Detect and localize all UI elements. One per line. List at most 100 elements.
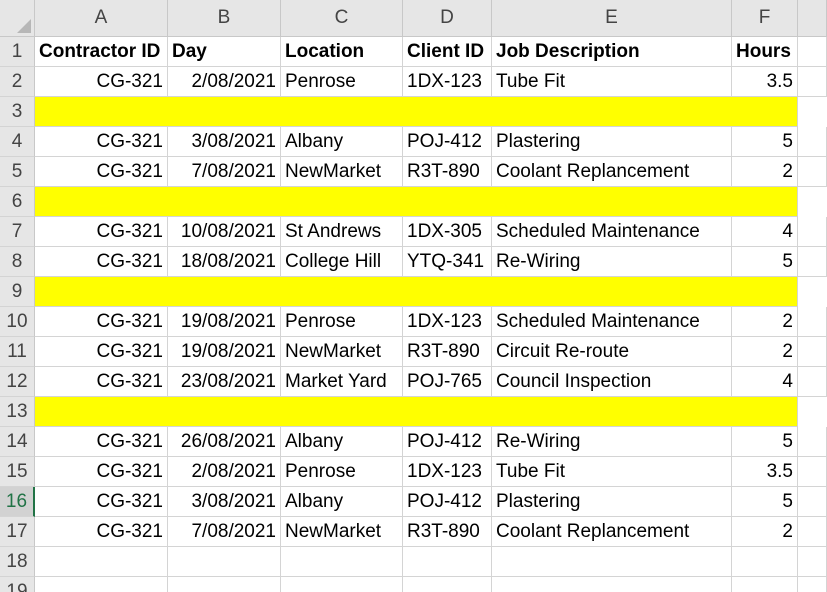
table-cell[interactable]: 2 bbox=[732, 157, 798, 187]
table-cell[interactable]: YTQ-341 bbox=[403, 247, 492, 277]
row-header-3[interactable]: 3 bbox=[0, 97, 35, 127]
column-header-d[interactable]: D bbox=[403, 0, 492, 37]
table-cell[interactable]: Penrose bbox=[281, 457, 403, 487]
table-cell[interactable]: Penrose bbox=[281, 307, 403, 337]
row-header-11[interactable]: 11 bbox=[0, 337, 35, 367]
table-cell[interactable]: Scheduled Maintenance bbox=[492, 217, 732, 247]
highlighted-empty-row[interactable] bbox=[35, 277, 798, 307]
row-header-4[interactable]: 4 bbox=[0, 127, 35, 157]
row-header-10[interactable]: 10 bbox=[0, 307, 35, 337]
table-cell[interactable]: CG-321 bbox=[35, 427, 168, 457]
row-header-5[interactable]: 5 bbox=[0, 157, 35, 187]
table-cell[interactable]: CG-321 bbox=[35, 337, 168, 367]
row-header-1[interactable]: 1 bbox=[0, 37, 35, 67]
table-cell[interactable] bbox=[403, 547, 492, 577]
table-cell[interactable] bbox=[168, 547, 281, 577]
table-cell[interactable]: 5 bbox=[732, 427, 798, 457]
table-cell[interactable]: 26/08/2021 bbox=[168, 427, 281, 457]
header-cell[interactable]: Contractor ID bbox=[35, 37, 168, 67]
table-cell[interactable]: CG-321 bbox=[35, 487, 168, 517]
table-cell[interactable]: 7/08/2021 bbox=[168, 157, 281, 187]
row-header-13[interactable]: 13 bbox=[0, 397, 35, 427]
column-header-b[interactable]: B bbox=[168, 0, 281, 37]
table-cell[interactable]: R3T-890 bbox=[403, 337, 492, 367]
table-cell[interactable] bbox=[798, 247, 827, 277]
table-cell[interactable]: Re-Wiring bbox=[492, 427, 732, 457]
row-header-15[interactable]: 15 bbox=[0, 457, 35, 487]
row-header-17[interactable]: 17 bbox=[0, 517, 35, 547]
table-cell[interactable]: 2 bbox=[732, 307, 798, 337]
table-cell[interactable]: POJ-765 bbox=[403, 367, 492, 397]
table-cell[interactable]: St Andrews bbox=[281, 217, 403, 247]
table-cell[interactable]: CG-321 bbox=[35, 67, 168, 97]
table-cell[interactable]: College Hill bbox=[281, 247, 403, 277]
table-cell[interactable]: Coolant Replancement bbox=[492, 517, 732, 547]
table-cell[interactable] bbox=[492, 547, 732, 577]
table-cell[interactable] bbox=[168, 577, 281, 592]
table-cell[interactable] bbox=[798, 457, 827, 487]
table-cell[interactable] bbox=[798, 67, 827, 97]
table-cell[interactable]: CG-321 bbox=[35, 157, 168, 187]
table-cell[interactable]: 23/08/2021 bbox=[168, 367, 281, 397]
table-cell[interactable]: Coolant Replancement bbox=[492, 157, 732, 187]
table-cell[interactable] bbox=[798, 577, 827, 592]
table-cell[interactable] bbox=[732, 577, 798, 592]
table-cell[interactable] bbox=[798, 517, 827, 547]
table-cell[interactable]: 3/08/2021 bbox=[168, 127, 281, 157]
table-cell[interactable]: Tube Fit bbox=[492, 457, 732, 487]
table-cell[interactable] bbox=[732, 547, 798, 577]
table-cell[interactable] bbox=[798, 307, 827, 337]
row-header-9[interactable]: 9 bbox=[0, 277, 35, 307]
table-cell[interactable] bbox=[492, 577, 732, 592]
header-cell[interactable]: Job Description bbox=[492, 37, 732, 67]
table-cell[interactable] bbox=[281, 547, 403, 577]
table-cell[interactable]: 5 bbox=[732, 247, 798, 277]
table-cell[interactable]: 7/08/2021 bbox=[168, 517, 281, 547]
table-cell[interactable]: 10/08/2021 bbox=[168, 217, 281, 247]
table-cell[interactable]: 1DX-305 bbox=[403, 217, 492, 247]
table-cell[interactable]: 2 bbox=[732, 337, 798, 367]
column-header-g[interactable] bbox=[798, 0, 827, 37]
table-cell[interactable] bbox=[798, 217, 827, 247]
spreadsheet-grid[interactable]: A B C D E F 1 Contractor ID Day Location Client ID… bbox=[0, 0, 827, 592]
table-cell[interactable] bbox=[798, 427, 827, 457]
table-cell[interactable]: CG-321 bbox=[35, 367, 168, 397]
header-cell[interactable]: Day bbox=[168, 37, 281, 67]
highlighted-empty-row[interactable] bbox=[35, 187, 798, 217]
row-header-16[interactable]: 16 bbox=[0, 487, 35, 517]
header-cell[interactable]: Location bbox=[281, 37, 403, 67]
table-cell[interactable] bbox=[798, 157, 827, 187]
header-cell[interactable]: Client ID bbox=[403, 37, 492, 67]
select-all-corner[interactable] bbox=[0, 0, 35, 37]
table-cell[interactable]: POJ-412 bbox=[403, 127, 492, 157]
table-cell[interactable] bbox=[798, 337, 827, 367]
table-cell[interactable]: 18/08/2021 bbox=[168, 247, 281, 277]
table-cell[interactable]: 4 bbox=[732, 217, 798, 247]
table-cell[interactable]: Tube Fit bbox=[492, 67, 732, 97]
table-cell[interactable] bbox=[798, 127, 827, 157]
table-cell[interactable]: R3T-890 bbox=[403, 157, 492, 187]
table-cell[interactable]: Penrose bbox=[281, 67, 403, 97]
table-cell[interactable]: Re-Wiring bbox=[492, 247, 732, 277]
table-cell[interactable]: Plastering bbox=[492, 487, 732, 517]
table-cell[interactable]: 19/08/2021 bbox=[168, 307, 281, 337]
table-cell[interactable] bbox=[35, 577, 168, 592]
table-cell[interactable]: Circuit Re-route bbox=[492, 337, 732, 367]
table-cell[interactable]: POJ-412 bbox=[403, 487, 492, 517]
highlighted-empty-row[interactable] bbox=[35, 397, 798, 427]
row-header-2[interactable]: 2 bbox=[0, 67, 35, 97]
row-header-12[interactable]: 12 bbox=[0, 367, 35, 397]
table-cell[interactable]: NewMarket bbox=[281, 517, 403, 547]
column-header-c[interactable]: C bbox=[281, 0, 403, 37]
table-cell[interactable]: 5 bbox=[732, 487, 798, 517]
column-header-e[interactable]: E bbox=[492, 0, 732, 37]
table-cell[interactable]: 2 bbox=[732, 517, 798, 547]
table-cell[interactable] bbox=[35, 547, 168, 577]
table-cell[interactable]: CG-321 bbox=[35, 457, 168, 487]
table-cell[interactable]: 1DX-123 bbox=[403, 307, 492, 337]
table-cell[interactable]: CG-321 bbox=[35, 127, 168, 157]
table-cell[interactable] bbox=[798, 487, 827, 517]
column-header-f[interactable]: F bbox=[732, 0, 798, 37]
row-header-7[interactable]: 7 bbox=[0, 217, 35, 247]
table-cell[interactable]: Market Yard bbox=[281, 367, 403, 397]
